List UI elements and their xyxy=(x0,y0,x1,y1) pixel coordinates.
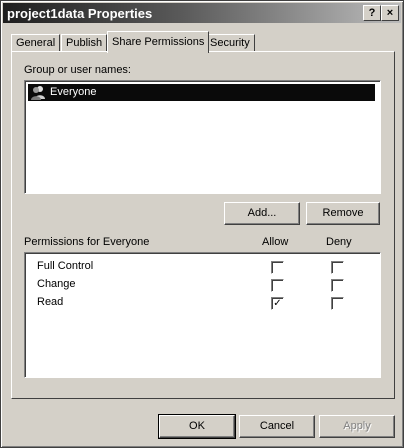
tab-general-label: General xyxy=(16,37,56,49)
allow-read-checkbox[interactable]: ✓ xyxy=(271,297,284,310)
share-permissions-panel: Group or user names: Everyone Add... Rem… xyxy=(11,51,395,399)
deny-read-checkbox[interactable] xyxy=(331,297,344,310)
group-name: Everyone xyxy=(50,86,97,98)
list-item[interactable]: Everyone xyxy=(28,84,375,101)
checkmark-icon: ✓ xyxy=(273,298,282,309)
deny-column-header: Deny xyxy=(326,236,352,248)
tab-security[interactable]: Security xyxy=(205,34,255,52)
properties-dialog: project1data Properties ? × General Publ… xyxy=(0,0,404,448)
permissions-header: Permissions for Everyone xyxy=(24,236,150,248)
add-button[interactable]: Add... xyxy=(224,202,300,225)
tab-security-label: Security xyxy=(210,37,250,49)
cancel-button[interactable]: Cancel xyxy=(239,415,315,438)
permission-change: Change xyxy=(37,278,76,290)
deny-change-checkbox[interactable] xyxy=(331,279,344,292)
group-list[interactable]: Everyone xyxy=(24,80,381,194)
apply-button[interactable]: Apply xyxy=(319,415,395,438)
permissions-list: Full Control Change Read ✓ xyxy=(24,252,381,378)
tab-publish-label: Publish xyxy=(66,37,103,49)
allow-column-header: Allow xyxy=(262,236,289,248)
remove-button[interactable]: Remove xyxy=(306,202,380,225)
group-names-label: Group or user names: xyxy=(24,64,131,76)
tab-publish[interactable]: Publish xyxy=(61,34,108,52)
users-icon xyxy=(30,84,46,100)
window-title: project1data Properties xyxy=(7,6,153,21)
close-button[interactable]: × xyxy=(381,5,399,21)
allow-full-control-checkbox[interactable] xyxy=(271,261,284,274)
title-bar[interactable]: project1data Properties ? × xyxy=(3,3,401,23)
tab-share-permissions-label: Share Permissions xyxy=(112,36,205,48)
allow-change-checkbox[interactable] xyxy=(271,279,284,292)
deny-full-control-checkbox[interactable] xyxy=(331,261,344,274)
tab-general[interactable]: General xyxy=(11,34,61,52)
tab-share-permissions[interactable]: Share Permissions xyxy=(107,31,210,53)
help-button[interactable]: ? xyxy=(363,5,381,21)
ok-button[interactable]: OK xyxy=(158,414,236,439)
permission-read: Read xyxy=(37,296,64,308)
permission-full-control: Full Control xyxy=(37,260,94,272)
